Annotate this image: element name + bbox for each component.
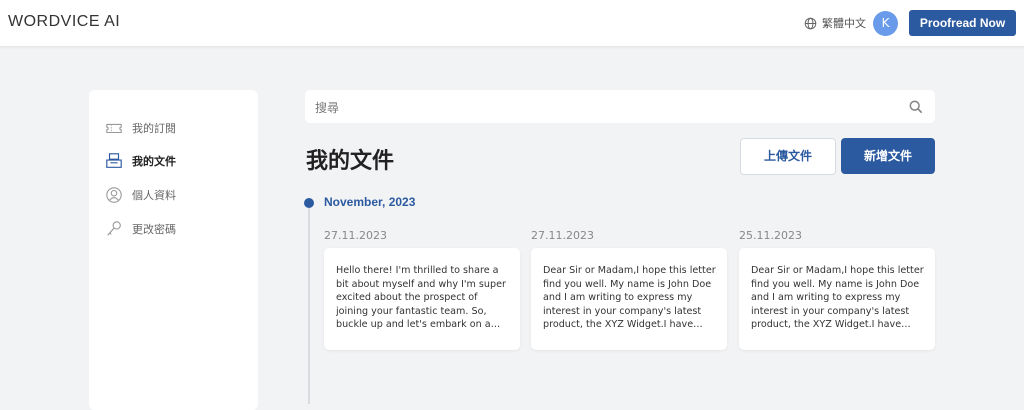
document-preview: Hello there! I'm thrilled to share a bit… (336, 265, 506, 331)
proofread-now-button[interactable]: Proofread Now (909, 10, 1016, 36)
document-date: 25.11.2023 (739, 229, 802, 242)
document-card[interactable]: Dear Sir or Madam,I hope this letter fin… (739, 248, 935, 350)
document-date: 27.11.2023 (324, 229, 387, 242)
language-label: 繁體中文 (822, 17, 866, 30)
ticket-icon (106, 123, 122, 134)
sidebar-item-label: 我的訂閱 (132, 122, 176, 135)
timeline-line (308, 204, 310, 404)
document-preview: Dear Sir or Madam,I hope this letter fin… (543, 265, 716, 331)
document-search-bar (305, 90, 935, 125)
new-document-button[interactable]: 新增文件 (841, 138, 935, 174)
sidebar-item-label: 更改密碼 (132, 223, 176, 236)
top-header: WORDVICE AI 繁體中文 K Proofread Now (0, 0, 1024, 46)
document-card[interactable]: Dear Sir or Madam,I hope this letter fin… (531, 248, 727, 350)
user-avatar[interactable]: K (873, 11, 898, 36)
globe-icon (804, 17, 817, 29)
sidebar-item-label: 個人資料 (132, 189, 176, 202)
timeline-dot (304, 198, 314, 208)
search-input[interactable] (313, 90, 897, 125)
language-selector[interactable]: 繁體中文 (804, 15, 866, 31)
document-stack-icon (106, 153, 122, 168)
document-date: 27.11.2023 (531, 229, 594, 242)
sidebar-item-change-password[interactable]: 更改密碼 (105, 220, 176, 238)
timeline-month: November, 2023 (324, 195, 416, 209)
upload-document-button[interactable]: 上傳文件 (740, 138, 836, 175)
sidebar-item-label: 我的文件 (132, 155, 176, 168)
wordvice-logo[interactable]: WORDVICE AI (8, 13, 120, 31)
document-card[interactable]: Hello there! I'm thrilled to share a bit… (324, 248, 520, 350)
sidebar-item-profile[interactable]: 個人資料 (105, 186, 176, 204)
sidebar-item-my-documents[interactable]: 我的文件 (105, 152, 176, 170)
document-preview: Dear Sir or Madam,I hope this letter fin… (751, 265, 924, 331)
page-title: 我的文件 (306, 149, 395, 174)
sidebar-item-subscription[interactable]: 我的訂閱 (105, 119, 176, 137)
search-icon[interactable] (909, 100, 923, 114)
profile-icon (106, 187, 122, 203)
account-sidebar: 我的訂閱 我的文件 個人資料 更改密碼 (89, 90, 258, 410)
key-icon (107, 221, 121, 236)
